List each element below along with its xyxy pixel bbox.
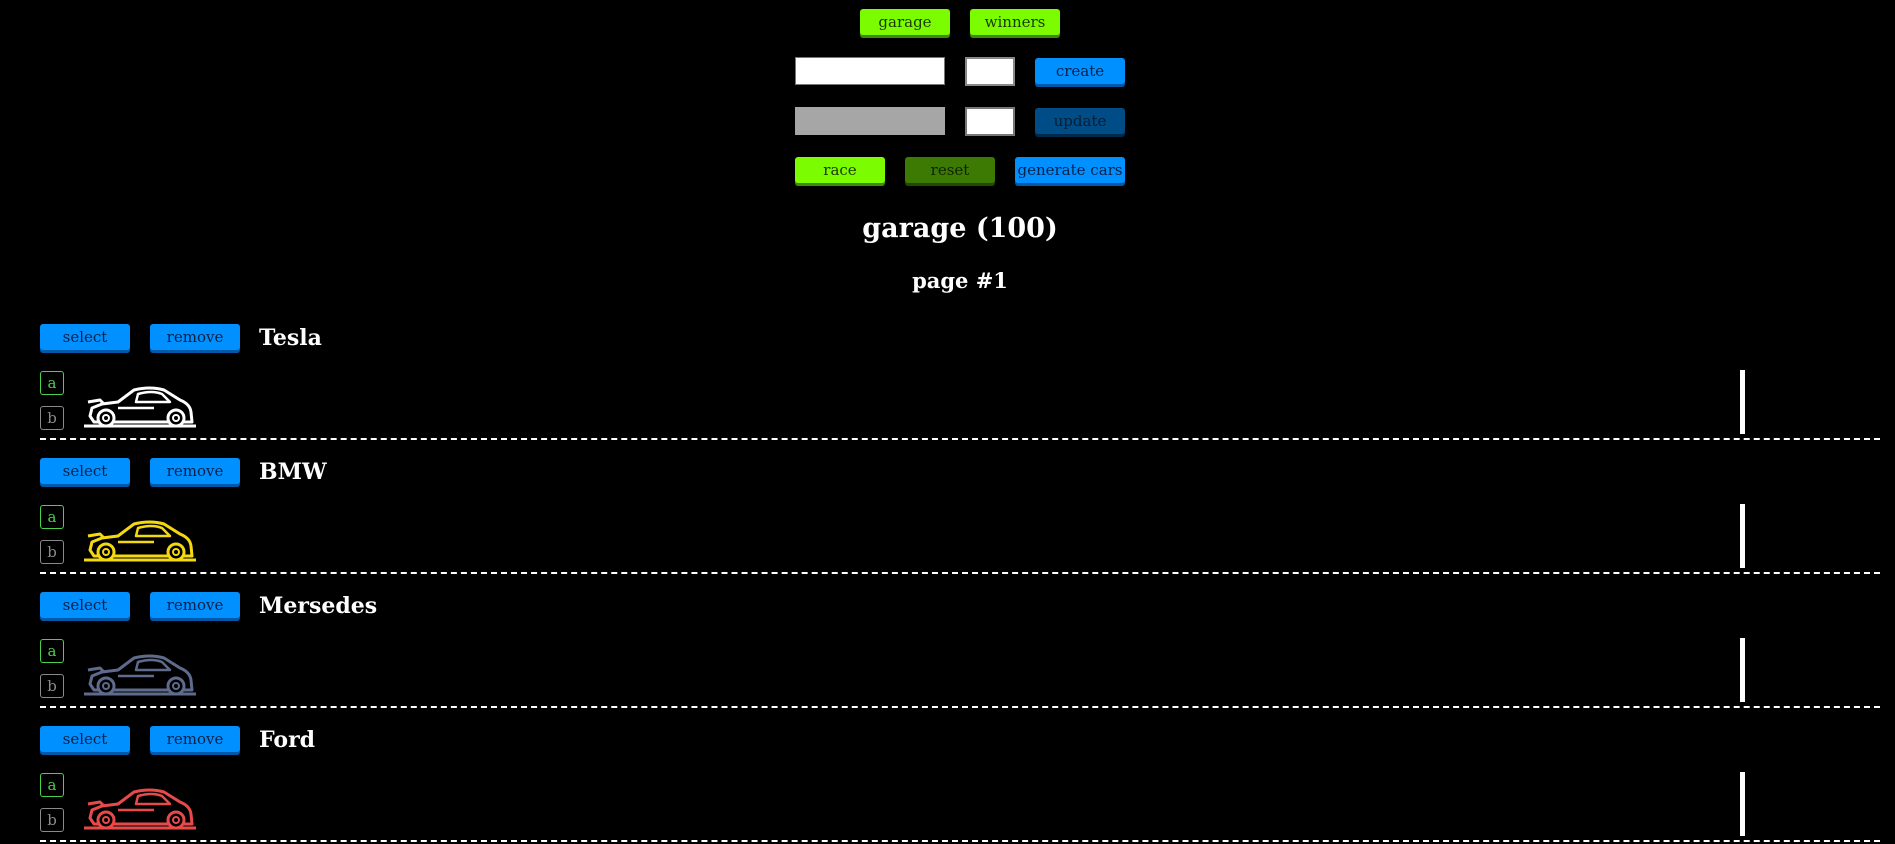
track-divider <box>40 572 1880 574</box>
remove-car-button[interactable]: remove <box>150 458 240 484</box>
car-name: BMW <box>259 459 327 485</box>
page-number: page #1 <box>912 268 1008 293</box>
select-car-button[interactable]: select <box>40 324 130 350</box>
garage-title: garage (100) <box>862 213 1058 244</box>
garage-page: garage winners create update race reset … <box>0 0 1895 844</box>
car-track: select remove Ford a b <box>0 726 1895 844</box>
create-name-input[interactable] <box>795 57 945 85</box>
car-icon <box>84 788 196 830</box>
create-button[interactable]: create <box>1035 58 1125 84</box>
remove-car-button[interactable]: remove <box>150 324 240 350</box>
start-engine-button[interactable]: a <box>40 371 64 395</box>
car-icon <box>84 654 196 696</box>
car-track: select remove BMW a b <box>0 458 1895 592</box>
car-name: Ford <box>259 727 316 753</box>
reset-button[interactable]: reset <box>905 157 995 183</box>
select-car-button[interactable]: select <box>40 592 130 618</box>
car-track: select remove Mersedes a b <box>0 592 1895 726</box>
remove-car-button[interactable]: remove <box>150 726 240 752</box>
car-icon <box>84 520 196 562</box>
remove-car-button[interactable]: remove <box>150 592 240 618</box>
stop-engine-button[interactable]: b <box>40 540 64 564</box>
start-engine-button[interactable]: a <box>40 639 64 663</box>
select-car-button[interactable]: select <box>40 726 130 752</box>
car-name: Mersedes <box>259 593 378 619</box>
track-divider <box>40 438 1880 440</box>
start-engine-button[interactable]: a <box>40 773 64 797</box>
car-icon <box>84 386 196 428</box>
race-button[interactable]: race <box>795 157 885 183</box>
generate-cars-button[interactable]: generate cars <box>1015 157 1125 183</box>
car-track: select remove Tesla a b <box>0 324 1895 458</box>
track-divider <box>40 840 1880 842</box>
update-button[interactable]: update <box>1035 108 1125 134</box>
stop-engine-button[interactable]: b <box>40 808 64 832</box>
track-divider <box>40 706 1880 708</box>
garage-nav-button[interactable]: garage <box>860 9 950 35</box>
update-name-input[interactable] <box>795 107 945 135</box>
update-color-picker[interactable] <box>965 107 1015 136</box>
create-color-picker[interactable] <box>965 57 1015 86</box>
finish-line <box>1740 370 1745 434</box>
finish-line <box>1740 504 1745 568</box>
select-car-button[interactable]: select <box>40 458 130 484</box>
finish-line <box>1740 638 1745 702</box>
stop-engine-button[interactable]: b <box>40 406 64 430</box>
start-engine-button[interactable]: a <box>40 505 64 529</box>
finish-line <box>1740 772 1745 836</box>
winners-nav-button[interactable]: winners <box>970 9 1060 35</box>
car-name: Tesla <box>259 325 322 351</box>
stop-engine-button[interactable]: b <box>40 674 64 698</box>
